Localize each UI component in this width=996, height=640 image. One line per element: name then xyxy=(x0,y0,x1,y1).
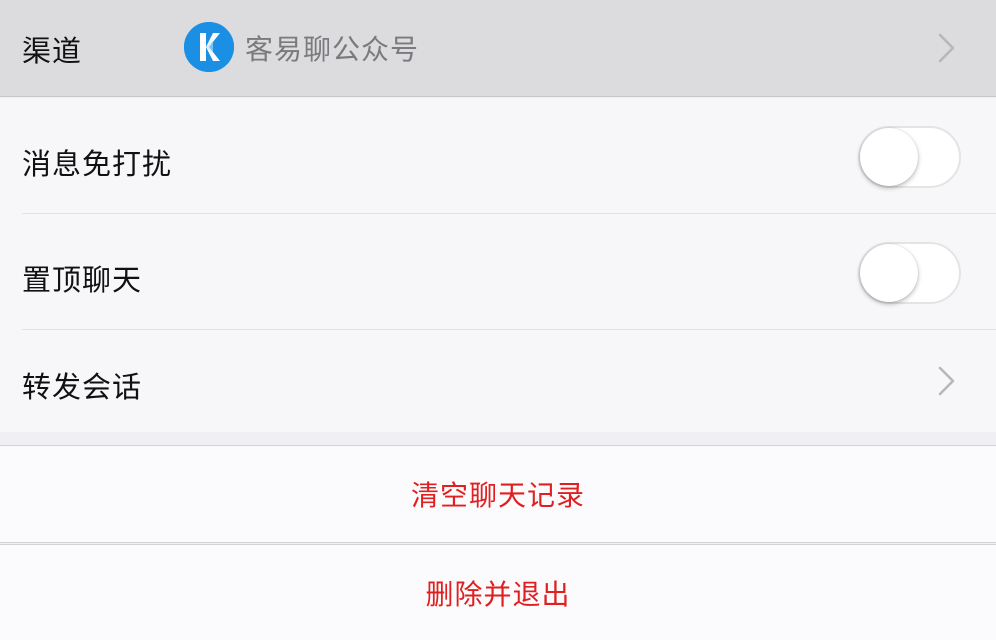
clear-chat-history-button[interactable]: 清空聊天记录 xyxy=(0,445,996,543)
chevron-right-icon xyxy=(938,33,955,63)
forward-conversation-row[interactable]: 转发会话 xyxy=(0,330,996,432)
channel-row[interactable]: 渠道 客易聊公众号 xyxy=(0,0,996,97)
delete-and-exit-button[interactable]: 删除并退出 xyxy=(0,544,996,640)
toggle-knob xyxy=(860,244,918,302)
channel-logo-icon xyxy=(184,22,234,72)
mute-notifications-row: 消息免打扰 xyxy=(0,98,996,214)
mute-notifications-toggle[interactable] xyxy=(858,126,961,188)
settings-group: 消息免打扰 置顶聊天 转发会话 xyxy=(0,98,996,432)
forward-conversation-label: 转发会话 xyxy=(22,370,143,404)
chat-settings-screen: 渠道 客易聊公众号 消息免打扰 置顶聊天 转发会话 清空聊天记录 删除并退出 xyxy=(0,0,996,640)
toggle-knob xyxy=(860,128,918,186)
pin-chat-row: 置顶聊天 xyxy=(0,214,996,330)
pin-chat-toggle[interactable] xyxy=(858,242,961,304)
mute-notifications-label: 消息免打扰 xyxy=(22,147,173,181)
channel-label: 渠道 xyxy=(22,34,83,68)
channel-name: 客易聊公众号 xyxy=(245,33,420,66)
chevron-right-icon xyxy=(938,366,955,396)
pin-chat-label: 置顶聊天 xyxy=(22,263,143,297)
